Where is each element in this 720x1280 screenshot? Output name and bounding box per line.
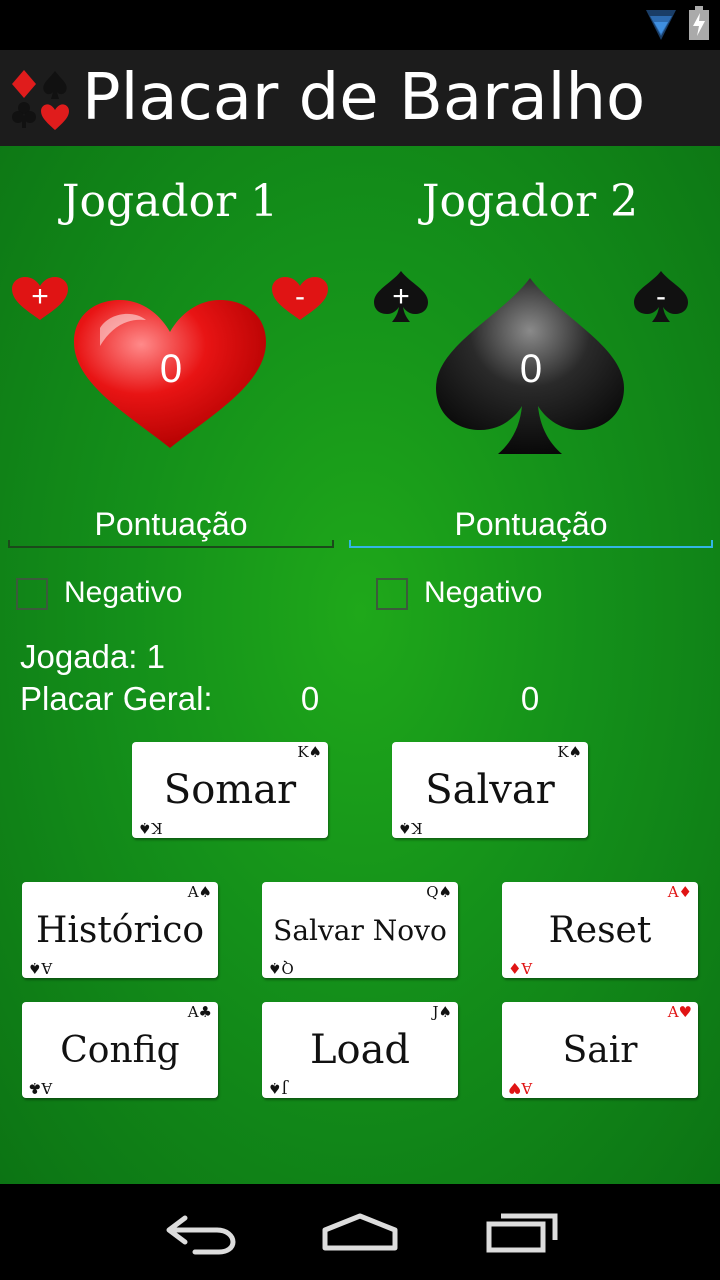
reset-button[interactable]: A♦ Reset A♦ — [502, 882, 698, 978]
historico-button[interactable]: A♠ Histórico A♠ — [22, 882, 218, 978]
player-2-score-input[interactable] — [349, 496, 713, 552]
player-1-score: 0 — [159, 347, 183, 391]
overall-score-label: Placar Geral: — [20, 680, 213, 717]
battery-charging-icon — [689, 6, 709, 40]
load-label: Load — [309, 1027, 411, 1073]
card-corner: Q♠ — [268, 959, 294, 977]
app-title: Placar de Baralho — [82, 61, 646, 135]
player-1-total: 0 — [300, 680, 320, 717]
player-2-input-underline — [349, 540, 713, 548]
config-button[interactable]: A♣ Config A♣ — [22, 1002, 218, 1098]
player-1-plus-button[interactable]: + — [10, 279, 70, 315]
card-corner: A♠ — [28, 959, 53, 977]
round-label: Jogada: 1 — [20, 638, 165, 675]
player-1-negative-checkbox[interactable] — [16, 578, 48, 610]
wifi-icon — [646, 10, 676, 40]
navigation-bar — [0, 1184, 720, 1280]
load-button[interactable]: J♠ Load J♠ — [262, 1002, 458, 1098]
player-1-negative-label[interactable]: Negativo — [64, 574, 182, 612]
status-bar — [0, 0, 720, 50]
player-2-plus-button[interactable]: + — [371, 279, 431, 315]
card-corner: J♠ — [268, 1079, 288, 1097]
home-icon[interactable] — [315, 1204, 405, 1260]
player-2-score: 0 — [519, 347, 543, 391]
player-2-minus-button[interactable]: - — [631, 279, 691, 315]
card-corner: A♣ — [28, 1079, 53, 1097]
somar-button[interactable]: K♠ Somar K♠ — [132, 742, 328, 838]
back-icon[interactable] — [155, 1204, 245, 1260]
card-corner: A♥ — [508, 1079, 533, 1097]
player-2-name: Jogador 2 — [421, 176, 639, 227]
recent-apps-icon[interactable] — [475, 1204, 565, 1260]
player-1-input-underline — [8, 540, 334, 548]
player-2-total: 0 — [520, 680, 540, 717]
salvar-button[interactable]: K♠ Salvar K♠ — [392, 742, 588, 838]
sair-button[interactable]: A♥ Sair A♥ — [502, 1002, 698, 1098]
player-1-minus-button[interactable]: - — [270, 279, 330, 315]
player-1-score-input[interactable] — [8, 496, 334, 552]
salvar-novo-button[interactable]: Q♠ Salvar Novo Q♠ — [262, 882, 458, 978]
player-2-negative-label[interactable]: Negativo — [424, 574, 542, 612]
player-2-negative-checkbox[interactable] — [376, 578, 408, 610]
card-corner: A♦ — [508, 959, 533, 977]
card-corner: K♠ — [138, 819, 163, 837]
app-logo-icon — [12, 70, 69, 130]
card-corner: K♠ — [398, 819, 423, 837]
player-1-name: Jogador 1 — [61, 176, 279, 227]
